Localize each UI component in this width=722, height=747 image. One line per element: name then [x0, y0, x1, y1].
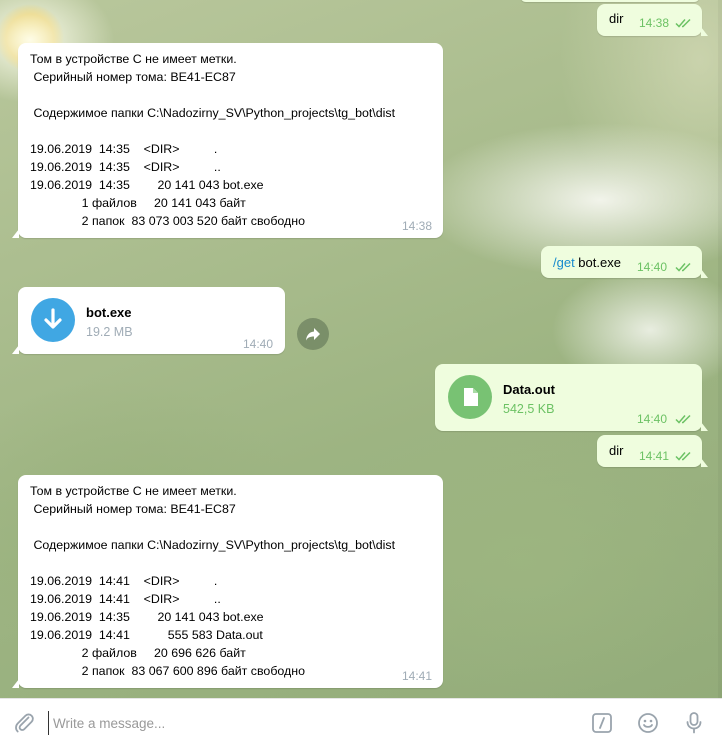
message-text: Том в устройстве C не имеет метки. Серий…: [30, 52, 396, 228]
message-time: 14:41: [402, 669, 433, 683]
outgoing-message[interactable]: /get bot.exe 14:40: [541, 246, 708, 278]
download-icon[interactable]: [31, 298, 75, 342]
command-argument: bot.exe: [574, 255, 621, 270]
chat-scrollbar[interactable]: [718, 0, 722, 698]
paperclip-icon[interactable]: [12, 711, 36, 735]
incoming-file-message[interactable]: bot.exe 19.2 MB 14:40: [12, 287, 285, 354]
message-text: dir: [609, 443, 624, 458]
file-size: 542,5 KB: [503, 402, 555, 416]
emoji-icon[interactable]: [636, 711, 660, 735]
message-time: 14:38: [402, 219, 433, 233]
incoming-message[interactable]: Том в устройстве C не имеет метки. Серий…: [12, 43, 443, 238]
message-text: Том в устройстве C не имеет метки. Серий…: [30, 484, 396, 678]
message-input-bar: [0, 698, 722, 747]
double-check-icon: [675, 451, 691, 461]
file-size: 19.2 MB: [86, 325, 133, 339]
message-time: 14:40: [243, 337, 274, 351]
microphone-icon[interactable]: [682, 710, 706, 736]
message-text: dir: [609, 11, 624, 26]
file-name[interactable]: Data.out: [503, 382, 555, 397]
incoming-message[interactable]: Том в устройстве C не имеет метки. Серий…: [12, 475, 443, 688]
forward-button[interactable]: [297, 318, 329, 350]
double-check-icon: [675, 414, 691, 424]
chat-area: dir 14:38 Том в устройстве C не имеет ме…: [0, 0, 722, 698]
forward-arrow-icon: [306, 328, 320, 341]
double-check-icon: [675, 262, 691, 272]
double-check-icon: [675, 18, 691, 28]
message-time: 14:40: [637, 412, 668, 426]
outgoing-message[interactable]: dir 14:41: [597, 435, 708, 467]
bot-command-link[interactable]: /get: [553, 255, 575, 270]
document-icon[interactable]: [448, 375, 492, 419]
outgoing-message[interactable]: dir 14:38: [597, 4, 708, 36]
message-input[interactable]: [48, 711, 568, 735]
message-time: 14:41: [639, 449, 670, 463]
file-name[interactable]: bot.exe: [86, 305, 132, 320]
bot-commands-icon[interactable]: [590, 711, 614, 735]
message-time: 14:38: [639, 16, 670, 30]
message-time: 14:40: [637, 260, 668, 274]
outgoing-file-message[interactable]: Data.out 542,5 KB 14:40: [435, 364, 708, 431]
message-text: /get bot.exe: [553, 255, 621, 270]
previous-message-fragment: [520, 0, 700, 2]
